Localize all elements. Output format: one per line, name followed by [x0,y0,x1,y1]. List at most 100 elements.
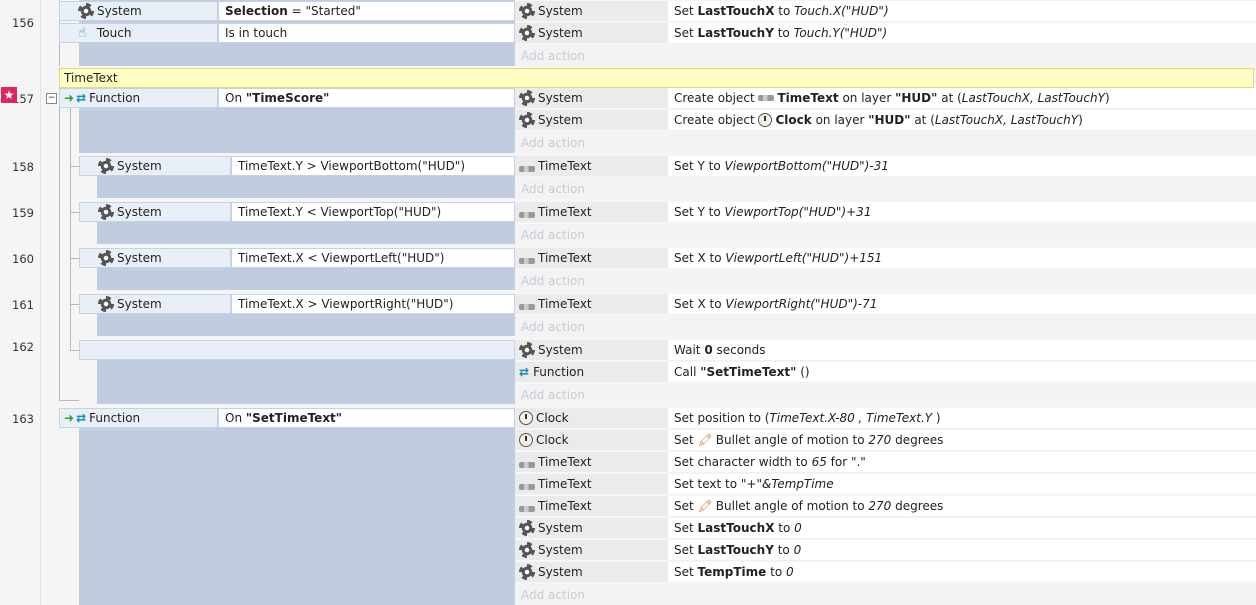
action-text[interactable]: Set Y to ViewportTop("HUD")+31 [668,202,1256,223]
action-object[interactable]: System [515,110,668,131]
bullet-behavior-icon: 🖍 [697,499,713,513]
function-icon: ⇄ [76,91,87,105]
action-object[interactable]: Clock [515,430,668,451]
condition-text[interactable]: On "TimeScore" [218,88,515,108]
condition-text[interactable]: TimeText.X < ViewportLeft("HUD") [231,248,515,268]
condition-object[interactable]: System [79,294,231,314]
action-text[interactable]: Set LastTouchY to Touch.Y("HUD") [668,23,1256,44]
action-object[interactable]: TimeText [515,496,668,517]
action-object[interactable]: TimeText [515,294,668,315]
trigger-arrow-icon: ➜ [64,91,75,105]
action-object[interactable]: System [515,518,668,539]
action-object[interactable]: System [515,562,668,583]
line-number: 159 [12,206,34,220]
add-action-link[interactable]: Add action [515,270,1256,291]
add-action-link[interactable]: Add action [515,584,1256,605]
action-text[interactable]: Set X to ViewportLeft("HUD")+151 [668,248,1256,269]
condition-object[interactable]: ➜ ⇄ Function [59,88,218,108]
clock-icon [519,433,533,447]
action-object[interactable]: TimeText [515,452,668,473]
condition-object[interactable]: System [79,202,231,222]
action-object[interactable]: System [515,23,668,44]
text-object-icon [519,505,535,512]
gear-icon [98,158,114,174]
action-text[interactable]: Set LastTouchY to 0 [668,540,1256,561]
bullet-behavior-icon: 🖍 [697,433,713,447]
comment-row[interactable]: TimeText [59,68,1254,88]
condition-object[interactable]: System [59,1,218,21]
action-object[interactable]: TimeText [515,248,668,269]
action-text[interactable]: Create object Clock on layer "HUD" at (L… [668,110,1256,131]
line-number: 158 [12,160,34,174]
clock-icon [519,411,533,425]
gear-icon [519,112,535,128]
action-object[interactable]: TimeText [515,202,668,223]
gear-icon [519,25,535,41]
condition-text[interactable]: On "SetTimeText" [218,408,515,428]
action-text[interactable]: Set TempTime to 0 [668,562,1256,583]
line-number: 156 [12,16,34,30]
action-text[interactable]: Set position to (TimeText.X-80 , TimeTex… [668,408,1256,429]
line-number: 162 [12,340,34,354]
action-text[interactable]: Set character width to 65 for "." [668,452,1256,473]
action-object[interactable]: System [515,1,668,22]
condition-object[interactable]: System [79,156,231,176]
line-number: 160 [12,252,34,266]
line-number: 163 [12,412,34,426]
action-text[interactable]: Set LastTouchX to 0 [668,518,1256,539]
action-object[interactable]: Clock [515,408,668,429]
action-text[interactable]: Call "SetTimeText" () [668,362,1256,383]
action-text[interactable]: Set Y to ViewportBottom("HUD")-31 [668,156,1256,177]
gear-icon [519,520,535,536]
text-object-icon [519,211,535,218]
gear-icon [519,3,535,19]
action-object[interactable]: ⇄ Function [515,362,668,383]
add-action-link[interactable]: Add action [515,132,1256,153]
text-object-icon [519,303,535,310]
variable-name: Selection [225,4,288,18]
action-object[interactable]: TimeText [515,474,668,495]
condition-text[interactable]: Is in touch [218,23,515,43]
gear-icon [519,342,535,358]
condition-object[interactable]: ➜ ⇄ Function [59,408,218,428]
add-action-link[interactable]: Add action [515,384,1256,405]
touch-icon: ☝ [78,25,87,41]
condition-object[interactable]: ☝ Touch [59,23,218,43]
condition-text[interactable]: TimeText.Y < ViewportTop("HUD") [231,202,515,222]
gear-icon [98,204,114,220]
action-text[interactable]: Set 🖍 Bullet angle of motion to 270 degr… [668,430,1256,451]
collapse-toggle-icon[interactable]: − [46,93,57,104]
gear-icon [78,3,94,19]
add-action-link[interactable]: Add action [515,316,1256,337]
action-object[interactable]: System [515,540,668,561]
bookmark-star-icon[interactable]: ★ [1,87,17,103]
gear-icon [519,564,535,580]
event-block [79,408,515,605]
action-text[interactable]: Wait 0 seconds [668,340,1256,361]
action-text[interactable]: Set text to "+"&TempTime [668,474,1256,495]
empty-condition[interactable] [79,340,515,360]
action-text[interactable]: Create object TimeText on layer "HUD" at… [668,88,1256,109]
clock-icon [758,113,773,127]
action-object[interactable]: System [515,88,668,109]
add-action-link[interactable]: Add action [515,45,1256,66]
action-text[interactable]: Set 🖍 Bullet angle of motion to 270 degr… [668,496,1256,517]
action-object[interactable]: TimeText [515,156,668,177]
function-icon: ⇄ [519,365,530,379]
condition-value: = "Started" [287,4,361,18]
gear-icon [98,250,114,266]
text-object-icon [758,95,775,101]
add-action-link[interactable]: Add action [515,224,1256,245]
condition-text[interactable]: Selection = "Started" [218,1,515,21]
condition-object[interactable]: System [79,248,231,268]
action-text[interactable]: Set X to ViewportRight("HUD")-71 [668,294,1256,315]
action-object[interactable]: System [515,340,668,361]
add-action-link[interactable]: Add action [515,178,1256,199]
gear-icon [98,296,114,312]
action-text[interactable]: Set LastTouchX to Touch.X("HUD") [668,1,1256,22]
condition-text[interactable]: TimeText.X > ViewportRight("HUD") [231,294,515,314]
trigger-arrow-icon: ➜ [64,411,75,425]
text-object-icon [519,461,535,468]
line-number: 161 [12,298,34,312]
condition-text[interactable]: TimeText.Y > ViewportBottom("HUD") [231,156,515,176]
